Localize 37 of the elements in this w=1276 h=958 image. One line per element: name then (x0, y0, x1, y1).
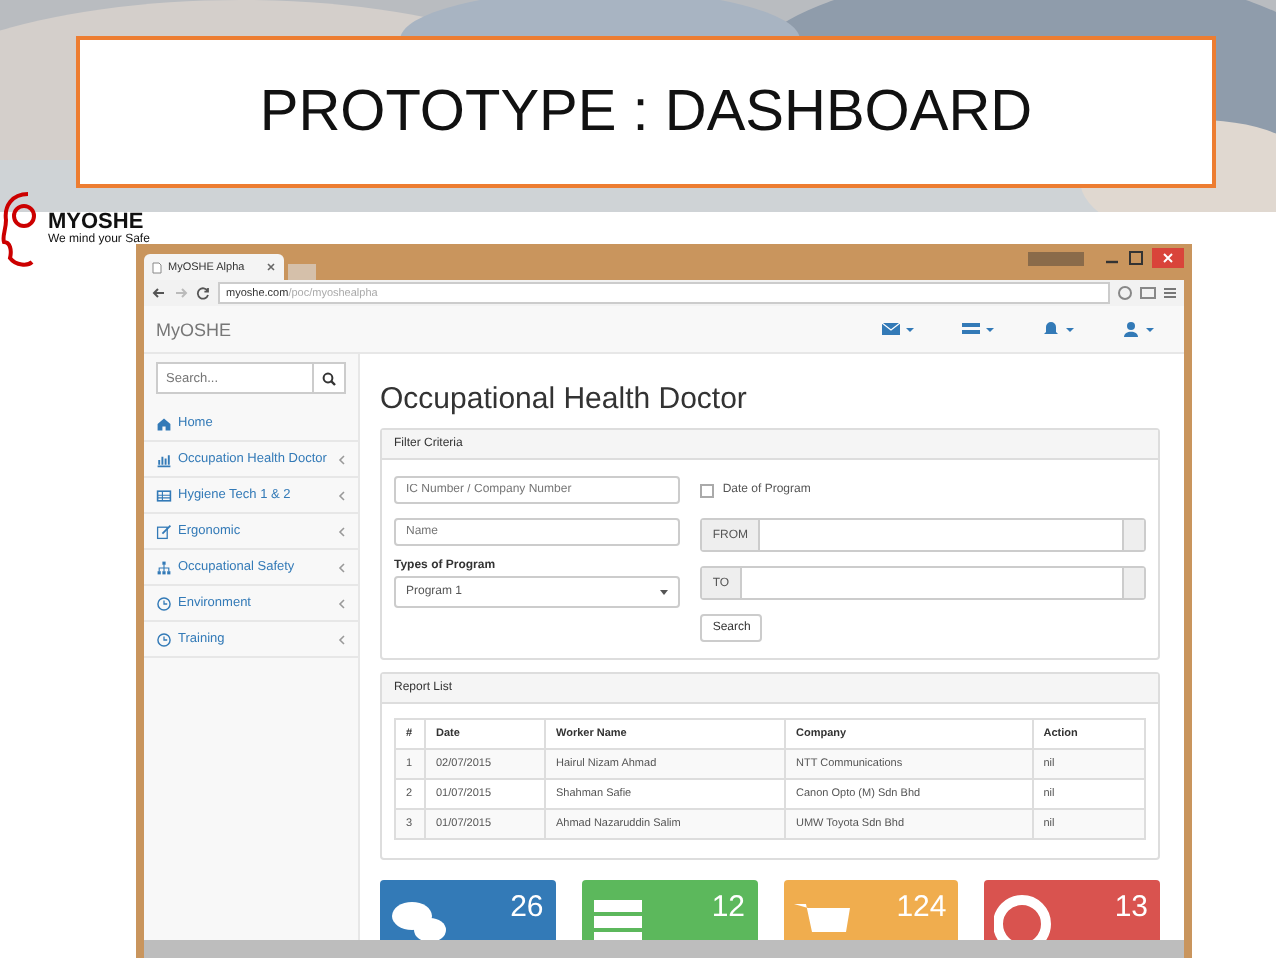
tile-count: 124 (896, 892, 947, 924)
bell-dropdown-icon[interactable] (1040, 320, 1076, 338)
checkbox[interactable] (700, 483, 715, 497)
clock-icon (156, 631, 172, 647)
tile-count: 13 (1114, 892, 1148, 924)
life-ring-icon (994, 892, 1053, 940)
search-button[interactable] (314, 362, 346, 394)
table-icon (156, 487, 172, 503)
home-icon (156, 415, 172, 431)
tile-count: 26 (510, 892, 544, 924)
logo-name: MYOSHE (48, 212, 144, 234)
edit-icon (156, 523, 172, 539)
user-dropdown-icon[interactable] (1120, 320, 1156, 338)
tasks-dropdown-icon[interactable] (960, 320, 996, 338)
search-icon (322, 371, 336, 385)
close-button[interactable] (1152, 248, 1184, 268)
bar-chart-icon (156, 451, 172, 467)
info-icon[interactable] (1118, 286, 1132, 300)
menu-icon[interactable] (1164, 286, 1176, 300)
tile-count: 12 (711, 892, 745, 924)
slide-title: PROTOTYPE : DASHBOARD (76, 36, 1216, 188)
close-icon (1162, 252, 1174, 264)
stat-tile[interactable]: 12 (581, 880, 757, 940)
cast-icon[interactable] (1140, 286, 1156, 300)
reload-icon[interactable] (196, 286, 210, 300)
maximize-icon[interactable] (1128, 250, 1144, 266)
sitemap-icon (156, 559, 172, 575)
user-badge (1028, 252, 1084, 266)
stat-tile[interactable]: 26 (380, 880, 556, 940)
back-icon[interactable] (152, 286, 166, 300)
clock-icon (156, 595, 172, 611)
caret-icon (660, 588, 669, 596)
envelope-dropdown-icon[interactable] (880, 320, 916, 338)
close-icon[interactable] (266, 262, 276, 272)
page-heading: Occupational Health Doctor (380, 382, 749, 416)
stat-tile[interactable]: 13 (984, 880, 1160, 940)
page-icon (152, 261, 162, 273)
